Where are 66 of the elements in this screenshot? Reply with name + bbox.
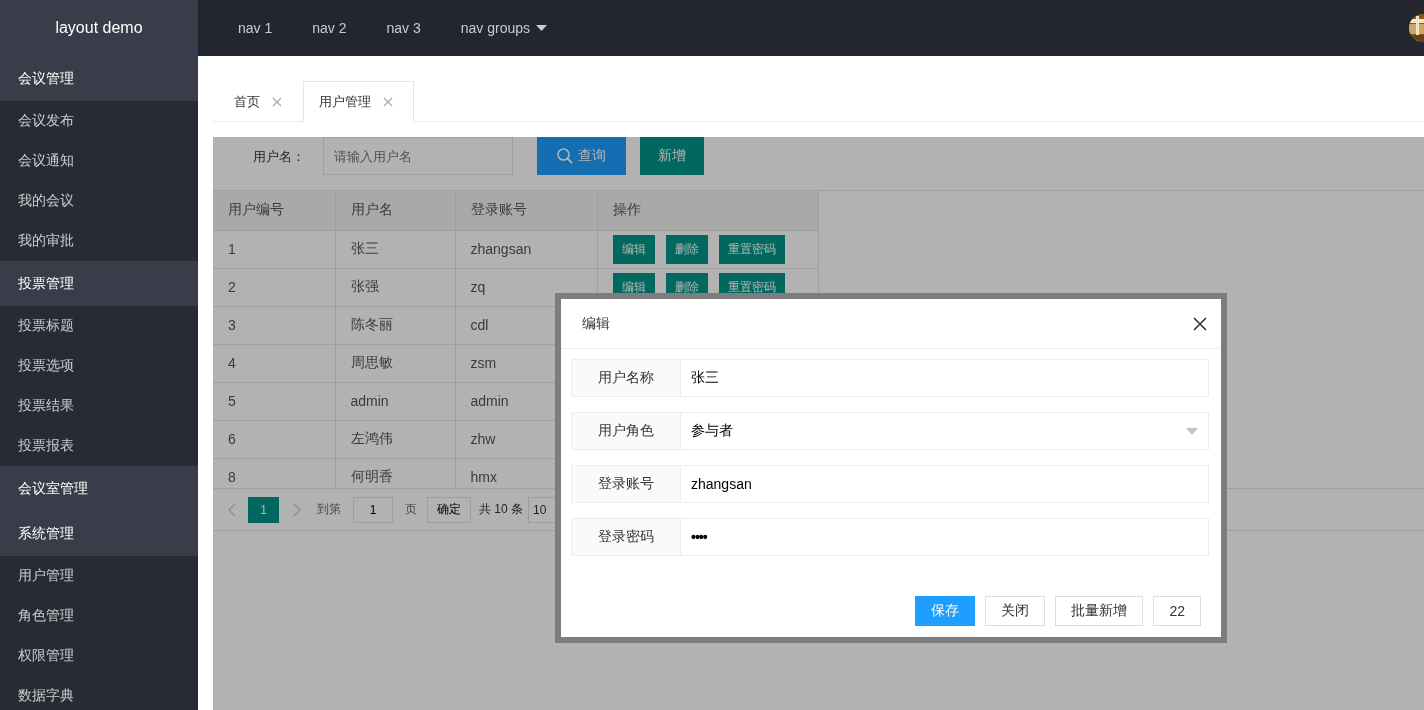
table-header-cell: 登录账号 <box>455 191 597 230</box>
sidebar-item[interactable]: 投票标题 <box>18 317 74 335</box>
input-field[interactable]: zhangsan <box>680 465 1209 503</box>
table-cell: 3 <box>213 306 335 344</box>
page-input[interactable]: 1 <box>353 496 393 523</box>
table-cell: admin <box>335 382 455 420</box>
tab[interactable]: 首页 <box>213 81 303 121</box>
nav-link[interactable]: nav 2 <box>292 20 367 36</box>
form-label: 用户名称 <box>571 359 680 397</box>
table-cell: 张三 <box>335 230 455 268</box>
tab[interactable]: 用户管理 <box>303 81 414 122</box>
table-header-cell: 操作 <box>597 191 818 230</box>
close-button[interactable]: 关闭 <box>985 596 1046 626</box>
sidebar-item[interactable]: 权限管理 <box>18 647 74 665</box>
sidebar-item[interactable]: 会议发布 <box>18 112 74 130</box>
batch-add-button[interactable]: 批量新增 <box>1055 596 1144 626</box>
table-cell: zhangsan <box>455 230 597 268</box>
sidebar-item[interactable]: 投票报表 <box>18 437 74 455</box>
table-cell: 6 <box>213 420 335 458</box>
table-cell: 周思敏 <box>335 344 455 382</box>
sidebar-item[interactable]: 用户管理 <box>18 567 74 585</box>
sidebar-item[interactable]: 投票结果 <box>18 397 74 415</box>
form-label: 登录密码 <box>571 518 680 556</box>
chevron-left-icon <box>228 502 236 517</box>
action-button[interactable]: 22 <box>1153 596 1201 626</box>
table-header-cell: 用户名 <box>335 191 455 230</box>
sidebar-item[interactable]: 我的审批 <box>18 232 74 250</box>
caret-icon <box>1186 427 1198 435</box>
sidebar-item[interactable]: 会议通知 <box>18 152 74 170</box>
table-header-cell: 用户编号 <box>213 191 335 230</box>
logo-text: layout demo <box>55 19 143 37</box>
sidebar-group-title[interactable]: 会议室管理 <box>18 479 88 498</box>
table-cell: 张强 <box>335 268 455 306</box>
table-cell: 5 <box>213 382 335 420</box>
confirm-button[interactable]: 确定 <box>427 496 471 523</box>
close-icon <box>272 96 282 107</box>
search-icon <box>557 148 573 164</box>
form-label: 登录账号 <box>571 465 680 503</box>
search-label: 用户名： <box>253 148 306 166</box>
table-cell: 左鸿伟 <box>335 420 455 458</box>
form-label: 用户角色 <box>571 412 680 450</box>
search-field[interactable]: 请输入用户名 <box>323 137 513 175</box>
sidebar-item[interactable]: 投票选项 <box>18 357 74 375</box>
sidebar-group-title[interactable]: 投票管理 <box>18 274 74 293</box>
sidebar-group-title[interactable]: 系统管理 <box>18 524 74 543</box>
sidebar-item[interactable]: 我的会议 <box>18 192 74 210</box>
page-unit: 页 <box>405 501 417 518</box>
close-icon <box>383 97 393 107</box>
select-field[interactable]: 参与者 <box>680 412 1209 450</box>
nav-dropdown[interactable]: nav groups <box>440 20 568 36</box>
table-cell: 陈冬丽 <box>335 306 455 344</box>
sidebar-item[interactable]: 角色管理 <box>18 607 74 625</box>
table-cell: 2 <box>213 268 335 306</box>
table-cell: 4 <box>213 344 335 382</box>
nav-link[interactable]: nav 1 <box>218 20 293 36</box>
password-field[interactable]: •••• <box>680 518 1209 556</box>
table-cell: 1 <box>213 230 335 268</box>
total-count: 共 10 条 <box>479 501 523 518</box>
sidebar-group-title[interactable]: 会议管理 <box>18 69 74 88</box>
chevron-right-icon <box>293 502 301 517</box>
nav-link[interactable]: nav 3 <box>366 20 441 36</box>
input-field[interactable]: 张三 <box>680 359 1209 397</box>
close-icon[interactable] <box>1193 316 1207 331</box>
caret-icon <box>536 25 548 31</box>
sidebar-item[interactable]: 数据字典 <box>18 687 74 705</box>
goto-label: 到第 <box>317 501 341 518</box>
